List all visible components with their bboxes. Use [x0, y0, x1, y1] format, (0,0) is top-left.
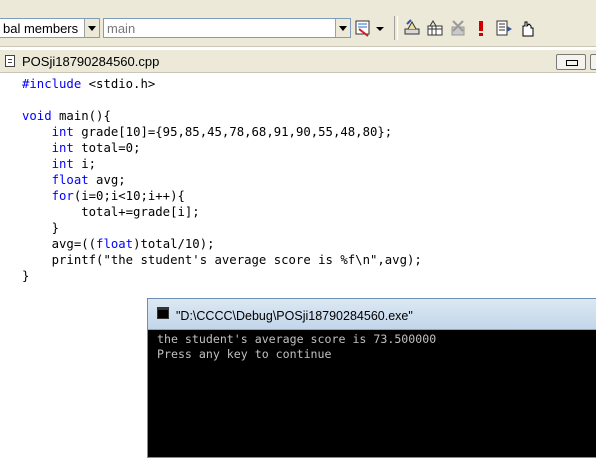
members-combo-value: bal members [3, 21, 79, 36]
code-line-6: int i; [51, 157, 97, 171]
code-editor[interactable]: #include <stdio.h> void main(){ int grad… [22, 76, 422, 284]
code-line-12: printf("the student's average score is %… [51, 253, 422, 267]
go-icon[interactable] [494, 18, 514, 38]
console-line-2: Press any key to continue [157, 347, 332, 361]
code-line-1: #include <stdio.h> [22, 77, 156, 91]
console-window[interactable]: "D:\CCCC\Debug\POSji18790284560.exe" the… [147, 298, 596, 458]
code-line-4: int grade[10]={95,85,45,78,68,91,90,55,4… [51, 125, 393, 139]
class-wizard-icon[interactable] [354, 18, 374, 38]
code-line-13: } [22, 269, 30, 283]
wizard-toolbar: bal members main [0, 6, 596, 47]
editor-filename: POSji18790284560.cpp [22, 54, 160, 69]
console-title: "D:\CCCC\Debug\POSji18790284560.exe" [176, 309, 413, 323]
dropdown-arrow-icon[interactable] [374, 18, 386, 38]
chevron-down-icon[interactable] [84, 19, 99, 37]
console-output: the student's average score is 73.500000… [157, 332, 436, 362]
insert-breakpoint-icon[interactable] [517, 18, 537, 38]
toolbar-separator [394, 16, 398, 40]
code-line-8: for(i=0;i<10;i++){ [51, 189, 185, 203]
document-icon [5, 55, 15, 67]
function-combo[interactable]: main [103, 18, 351, 38]
console-icon [157, 307, 169, 319]
code-line-10: } [51, 221, 60, 235]
code-line-3: void main(){ [22, 109, 111, 123]
function-combo-value: main [107, 21, 136, 36]
editor-gutter [0, 73, 14, 452]
members-combo[interactable]: bal members [0, 18, 100, 38]
compile-icon[interactable] [402, 18, 422, 38]
code-line-11: avg=((float)total/10); [51, 237, 215, 251]
minimize-button[interactable] [556, 54, 586, 70]
editor-titlebar[interactable]: POSji18790284560.cpp [0, 50, 596, 73]
console-line-1: the student's average score is 73.500000 [157, 332, 437, 346]
console-titlebar[interactable]: "D:\CCCC\Debug\POSji18790284560.exe" [148, 299, 596, 330]
stop-build-icon [448, 18, 468, 38]
code-line-5: int total=0; [51, 141, 141, 155]
chevron-down-icon[interactable] [335, 19, 350, 37]
execute-icon[interactable] [471, 18, 491, 38]
code-line-7: float avg; [51, 173, 126, 187]
build-icon[interactable] [425, 18, 445, 38]
code-line-9: total+=grade[i]; [81, 205, 200, 219]
maximize-button[interactable] [590, 54, 596, 70]
